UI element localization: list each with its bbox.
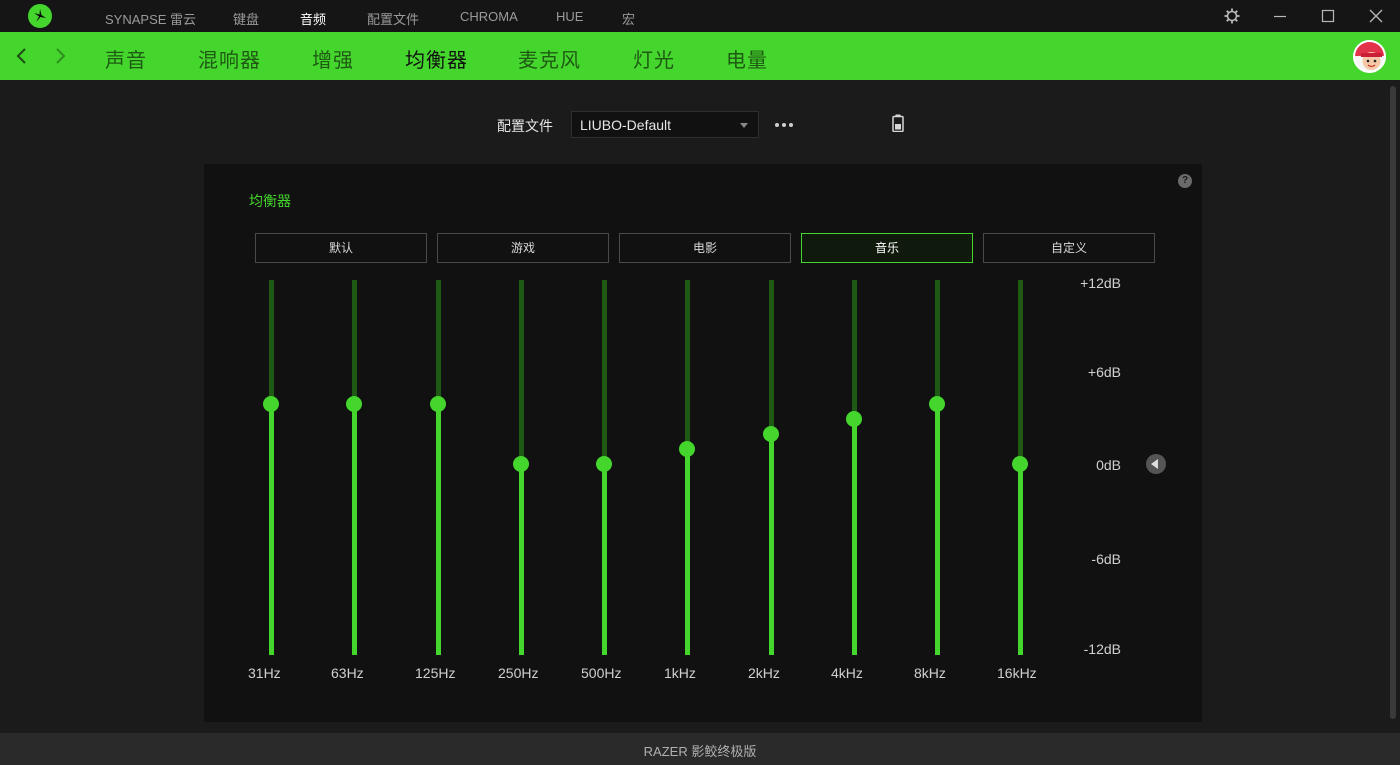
eq-slider-fill [1018,464,1023,655]
collapse-arrow-icon[interactable] [1146,454,1166,474]
eq-freq-label: 16kHz [997,665,1037,681]
eq-slider-fill [935,403,940,655]
top-nav-item-keyboard[interactable]: 键盘 [233,9,259,28]
scrollbar[interactable] [1390,86,1396,719]
chevron-down-icon [740,123,748,128]
eq-freq-label: 8kHz [914,665,946,681]
eq-slider-1khz[interactable] [677,280,697,655]
eq-freq-label: 63Hz [331,665,364,681]
eq-freq-label: 500Hz [581,665,622,681]
eq-slider-fill [852,418,857,655]
eq-slider-fill [602,464,607,655]
scale-label-plus12: +12dB [1080,275,1121,291]
eq-slider-250hz[interactable] [511,280,531,655]
eq-slider-500hz[interactable] [594,280,614,655]
scale-label-zero: 0dB [1096,457,1121,473]
eq-slider-2khz[interactable] [761,280,781,655]
tab-mixer[interactable]: 混响器 [198,44,261,73]
eq-slider-thumb[interactable] [1012,456,1028,472]
device-name: RAZER 影鲛终极版 [643,744,757,759]
eq-freq-label: 1kHz [664,665,696,681]
eq-slider-fill [352,403,357,655]
eq-slider-4khz[interactable] [844,280,864,655]
tab-sound[interactable]: 声音 [105,44,147,73]
eq-slider-thumb[interactable] [513,456,529,472]
profile-label: 配置文件 [497,118,553,134]
user-avatar[interactable] [1353,40,1386,73]
tab-lighting[interactable]: 灯光 [633,44,675,73]
eq-slider-fill [269,403,274,655]
title-bar: SYNAPSE 雷云 键盘 音频 配置文件 CHROMA HUE 宏 [0,0,1400,32]
tab-equalizer[interactable]: 均衡器 [405,44,468,73]
preset-music-button[interactable]: 音乐 [801,233,973,263]
preset-default-button[interactable]: 默认 [255,233,427,263]
eq-freq-label: 250Hz [498,665,539,681]
eq-slider-fill [519,464,524,655]
battery-icon [891,114,905,133]
razer-logo-icon[interactable] [28,4,52,28]
top-nav-item-chroma[interactable]: CHROMA [460,9,518,24]
preset-game-button[interactable]: 游戏 [437,233,609,263]
eq-slider-thumb[interactable] [763,425,779,442]
eq-slider-thumb[interactable] [346,395,362,412]
settings-gear-icon[interactable] [1222,6,1242,26]
scale-label-minus6: -6dB [1091,551,1121,567]
eq-freq-label: 2kHz [748,665,780,681]
eq-slider-16khz[interactable] [1010,280,1030,655]
eq-freq-label: 125Hz [415,665,456,681]
help-icon[interactable]: ? [1178,174,1192,188]
scale-label-plus6: +6dB [1087,364,1121,380]
top-nav-item-profiles[interactable]: 配置文件 [367,9,419,28]
audio-sub-nav: 声音 混响器 增强 均衡器 麦克风 灯光 电量 [0,32,1400,80]
profile-selected-value: LIUBO-Default [580,117,672,133]
maximize-icon[interactable] [1318,6,1338,26]
eq-slider-thumb[interactable] [430,395,446,412]
tab-power[interactable]: 电量 [726,44,768,73]
minimize-icon[interactable] [1270,6,1290,26]
top-nav-item-audio[interactable]: 音频 [300,9,326,28]
eq-slider-thumb[interactable] [596,456,612,472]
top-nav-item-hue[interactable]: HUE [556,9,583,24]
eq-slider-fill [769,433,774,655]
eq-slider-31hz[interactable] [261,280,281,655]
back-chevron-icon[interactable] [12,46,32,66]
preset-custom-button[interactable]: 自定义 [983,233,1155,263]
more-options-icon[interactable] [773,115,795,135]
top-nav-item-macro[interactable]: 宏 [622,9,635,28]
eq-slider-8khz[interactable] [927,280,947,655]
eq-slider-thumb[interactable] [929,395,945,412]
eq-slider-125hz[interactable] [428,280,448,655]
eq-freq-label: 31Hz [248,665,281,681]
eq-freq-label: 4kHz [831,665,863,681]
equalizer-title: 均衡器 [249,193,291,209]
forward-chevron-icon[interactable] [50,46,70,66]
footer-bar: RAZER 影鲛终极版 [0,733,1400,765]
tab-enhancement[interactable]: 增强 [312,44,354,73]
eq-slider-fill [685,448,690,655]
eq-slider-thumb[interactable] [263,395,279,412]
preset-movie-button[interactable]: 电影 [619,233,791,263]
scale-label-minus12: -12dB [1083,641,1121,657]
eq-slider-thumb[interactable] [679,440,695,457]
close-icon[interactable] [1366,6,1386,26]
eq-slider-63hz[interactable] [344,280,364,655]
profile-dropdown[interactable]: LIUBO-Default [571,111,759,138]
tab-microphone[interactable]: 麦克风 [518,44,581,73]
eq-slider-fill [436,403,441,655]
eq-slider-thumb[interactable] [846,410,862,427]
top-nav-item-synapse[interactable]: SYNAPSE 雷云 [105,9,196,28]
